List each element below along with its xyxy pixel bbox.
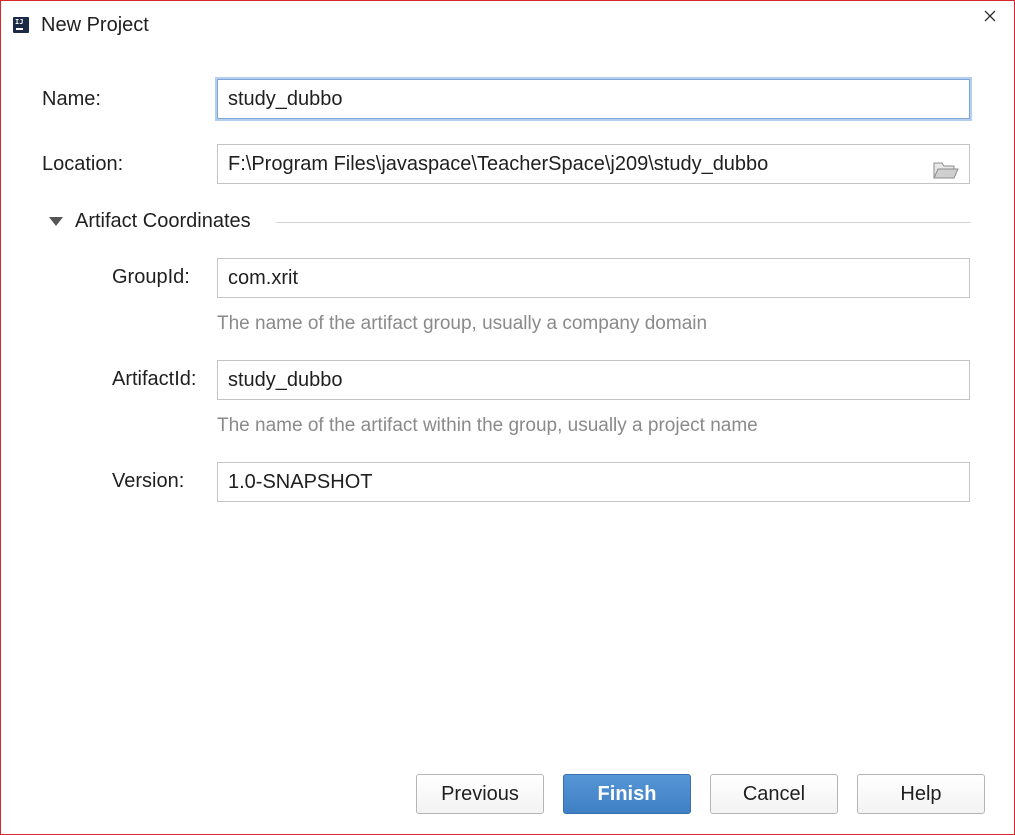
finish-button[interactable]: Finish: [563, 774, 691, 814]
close-button[interactable]: [977, 3, 1003, 29]
expand-triangle-icon: [49, 217, 63, 226]
previous-button[interactable]: Previous: [416, 774, 544, 814]
folder-open-icon: [933, 162, 959, 179]
cancel-button[interactable]: Cancel: [710, 774, 838, 814]
new-project-dialog: IJ New Project Name: study_dubbo Locatio…: [0, 0, 1015, 835]
version-input[interactable]: 1.0-SNAPSHOT: [217, 462, 970, 502]
help-button[interactable]: Help: [857, 774, 985, 814]
intellij-idea-icon: IJ: [13, 17, 29, 33]
groupid-label: GroupId:: [112, 266, 190, 288]
title-bar: IJ New Project: [1, 1, 1014, 47]
version-label: Version:: [112, 470, 185, 492]
artifact-coordinates-title: Artifact Coordinates: [75, 210, 251, 232]
location-label: Location:: [42, 153, 124, 175]
close-icon: [984, 10, 996, 22]
artifactid-hint: The name of the artifact within the grou…: [217, 415, 758, 436]
name-label: Name:: [42, 88, 101, 110]
name-input[interactable]: study_dubbo: [217, 79, 970, 119]
section-divider: [276, 222, 971, 223]
location-field[interactable]: F:\Program Files\javaspace\TeacherSpace\…: [217, 144, 970, 184]
location-value: F:\Program Files\javaspace\TeacherSpace\…: [228, 153, 769, 175]
dialog-title: New Project: [41, 14, 149, 36]
artifactid-label: ArtifactId:: [112, 368, 197, 390]
artifactid-input[interactable]: study_dubbo: [217, 360, 970, 400]
groupid-hint: The name of the artifact group, usually …: [217, 313, 708, 334]
browse-folder-button[interactable]: [933, 155, 959, 179]
groupid-input[interactable]: com.xrit: [217, 258, 970, 298]
